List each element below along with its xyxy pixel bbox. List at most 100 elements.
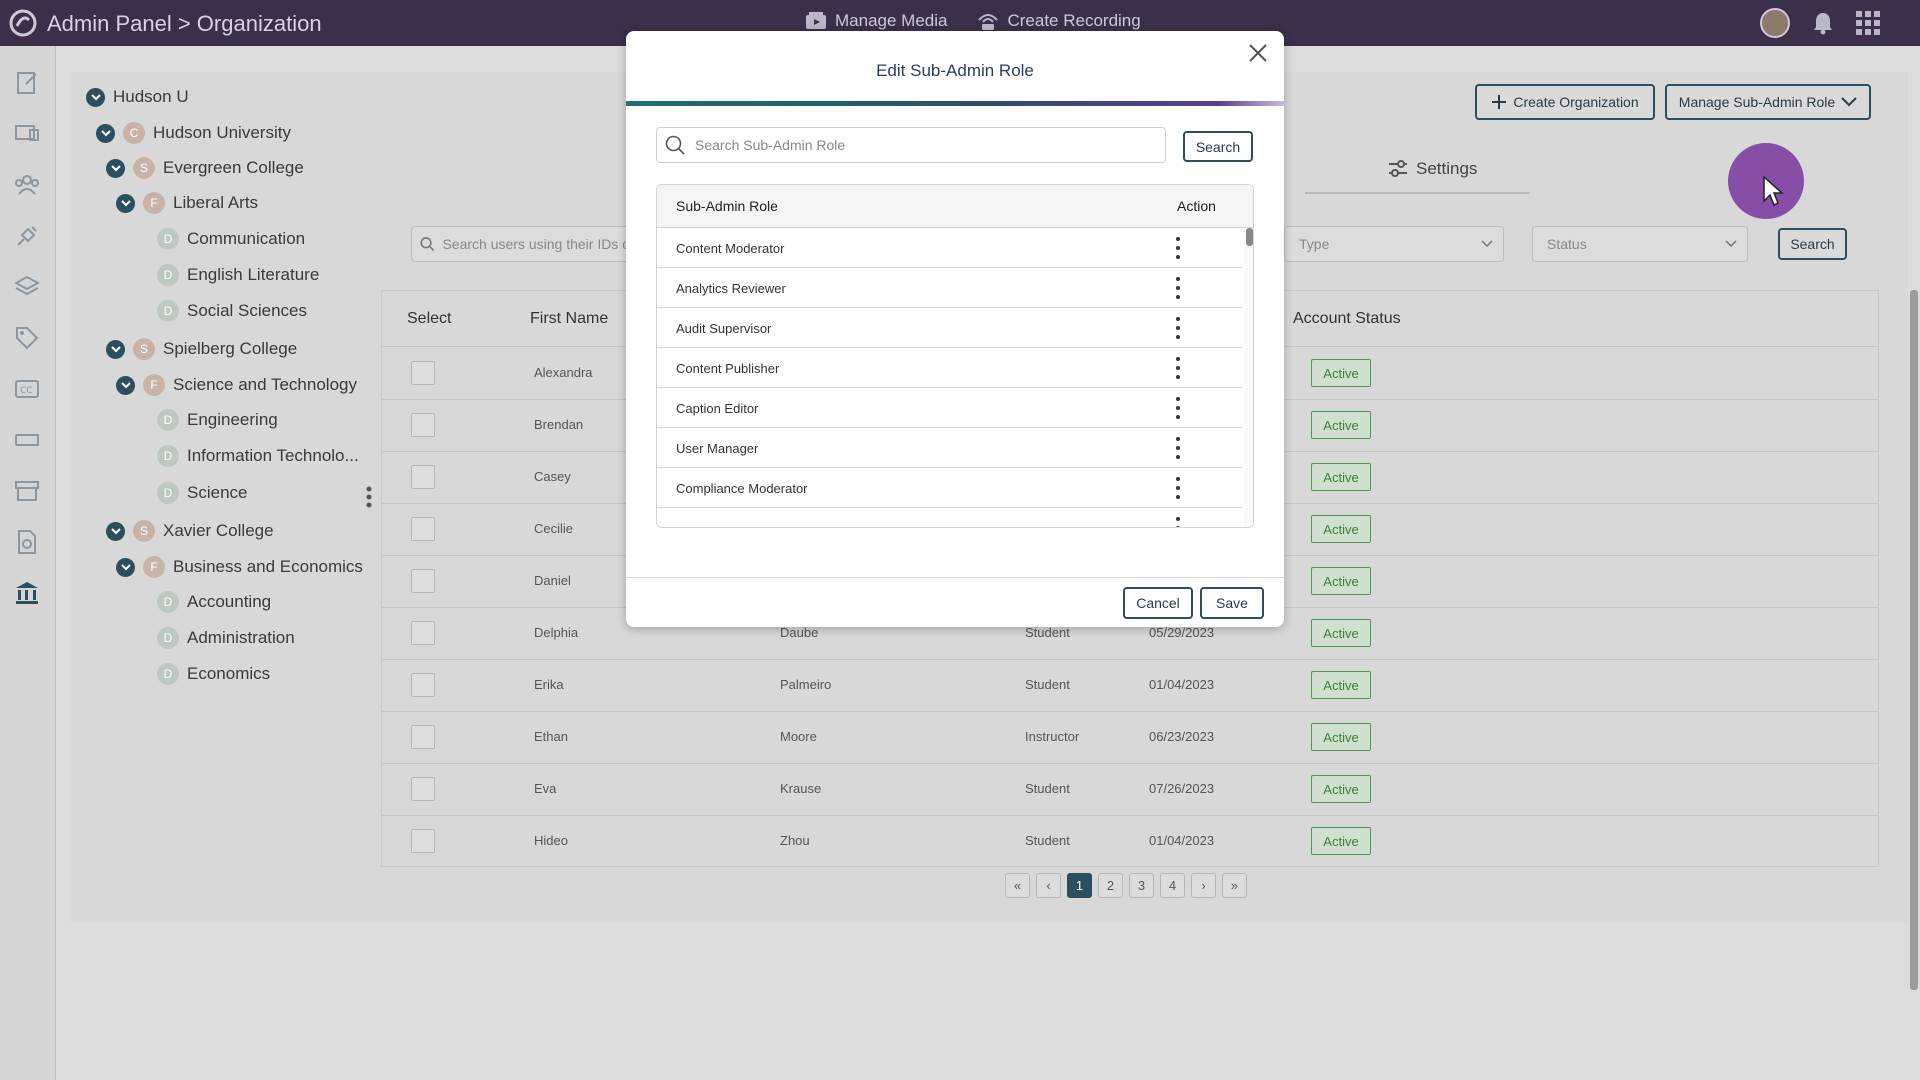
tree-node-communication[interactable]: D Communication xyxy=(157,228,305,250)
tree-node-information-technology[interactable]: D Information Technolo... xyxy=(157,445,359,467)
chevron-down-icon[interactable] xyxy=(116,375,135,395)
last-page-button[interactable]: » xyxy=(1222,873,1247,898)
modal-scroll-track[interactable] xyxy=(1244,228,1253,527)
tree-badge: D xyxy=(157,300,179,322)
list-item[interactable]: Content Moderator xyxy=(657,228,1243,268)
chevron-down-icon[interactable] xyxy=(116,193,135,213)
close-icon[interactable] xyxy=(1248,43,1268,63)
list-item-partial[interactable] xyxy=(657,508,1243,528)
create-recording-link[interactable]: Create Recording xyxy=(977,11,1141,31)
media-screens-icon[interactable] xyxy=(14,121,40,147)
chevron-down-icon[interactable] xyxy=(116,557,135,577)
more-options-icon[interactable] xyxy=(1175,316,1181,340)
plus-icon xyxy=(1492,95,1507,109)
prev-page-button[interactable]: ‹ xyxy=(1036,873,1061,898)
page-button-2[interactable]: 2 xyxy=(1098,873,1123,898)
row-select-checkbox[interactable] xyxy=(411,569,435,593)
ticket-icon[interactable] xyxy=(14,427,40,453)
tree-node-administration[interactable]: D Administration xyxy=(157,627,295,649)
row-select-checkbox[interactable] xyxy=(411,673,435,697)
archive-icon[interactable] xyxy=(14,478,40,504)
row-select-checkbox[interactable] xyxy=(411,621,435,645)
tree-node-evergreen-college[interactable]: S Evergreen College xyxy=(106,157,304,179)
row-select-checkbox[interactable] xyxy=(411,829,435,853)
document-edit-icon[interactable] xyxy=(14,70,40,96)
tree-node-science[interactable]: D Science xyxy=(157,482,247,504)
app-logo-icon[interactable] xyxy=(8,8,38,38)
breadcrumb-title[interactable]: Admin Panel > Organization xyxy=(47,11,322,37)
tree-node-engineering[interactable]: D Engineering xyxy=(157,409,278,431)
chevron-down-icon[interactable] xyxy=(86,87,105,107)
chevron-down-icon[interactable] xyxy=(106,339,125,359)
notification-bell-icon[interactable] xyxy=(1812,11,1834,35)
tree-node-english-literature[interactable]: D English Literature xyxy=(157,264,319,286)
users-group-icon[interactable] xyxy=(14,172,40,198)
row-select-checkbox[interactable] xyxy=(411,725,435,749)
list-item[interactable]: Audit Supervisor xyxy=(657,308,1243,348)
tree-node-xavier-college[interactable]: S Xavier College xyxy=(106,520,274,542)
row-select-checkbox[interactable] xyxy=(411,777,435,801)
page-button-4[interactable]: 4 xyxy=(1160,873,1185,898)
more-options-icon[interactable] xyxy=(1175,516,1181,528)
type-select[interactable]: Type xyxy=(1284,226,1504,262)
integration-plug-icon[interactable] xyxy=(14,223,40,249)
tag-icon[interactable] xyxy=(14,325,40,351)
chevron-down-icon[interactable] xyxy=(106,158,125,178)
list-item[interactable]: Analytics Reviewer xyxy=(657,268,1243,308)
more-options-icon[interactable] xyxy=(1175,436,1181,460)
subadmin-search-input[interactable]: Search Sub-Admin Role xyxy=(656,127,1166,163)
create-organization-button[interactable]: Create Organization xyxy=(1475,84,1655,120)
chevron-down-icon[interactable] xyxy=(96,123,115,143)
manage-subadmin-role-button[interactable]: Manage Sub-Admin Role xyxy=(1665,84,1871,120)
tree-node-business-and-economics[interactable]: F Business and Economics xyxy=(116,556,363,578)
more-options-icon[interactable] xyxy=(1175,476,1181,500)
next-page-button[interactable]: › xyxy=(1191,873,1216,898)
manage-media-link[interactable]: Manage Media xyxy=(805,11,947,31)
layers-icon[interactable] xyxy=(14,274,40,300)
tree-node-social-sciences[interactable]: D Social Sciences xyxy=(157,300,307,322)
filter-search-button[interactable]: Search xyxy=(1778,228,1847,260)
modal-scroll-thumb[interactable] xyxy=(1246,228,1253,246)
status-select[interactable]: Status xyxy=(1532,226,1748,262)
report-file-icon[interactable] xyxy=(14,529,40,555)
row-select-checkbox[interactable] xyxy=(411,465,435,489)
tree-node-spielberg-college[interactable]: S Spielberg College xyxy=(106,338,297,360)
status-badge: Active xyxy=(1311,515,1371,543)
column-header-account-status[interactable]: Account Status xyxy=(1293,310,1401,328)
closed-caption-icon[interactable]: CC xyxy=(14,376,40,402)
page-button-3[interactable]: 3 xyxy=(1129,873,1154,898)
first-page-button[interactable]: « xyxy=(1005,873,1030,898)
tree-node-hudson-university[interactable]: C Hudson University xyxy=(96,122,291,144)
user-avatar[interactable] xyxy=(1760,8,1790,38)
cancel-button[interactable]: Cancel xyxy=(1123,587,1193,619)
tree-more-options-icon[interactable] xyxy=(366,486,372,508)
list-item[interactable]: Caption Editor xyxy=(657,388,1243,428)
list-item[interactable]: Content Publisher xyxy=(657,348,1243,388)
chevron-down-icon xyxy=(1841,97,1857,107)
tree-node-accounting[interactable]: D Accounting xyxy=(157,591,271,613)
institution-building-icon[interactable] xyxy=(14,580,40,606)
row-select-checkbox[interactable] xyxy=(411,517,435,541)
page-button-1[interactable]: 1 xyxy=(1067,873,1092,898)
subadmin-search-button[interactable]: Search xyxy=(1183,131,1253,162)
save-button[interactable]: Save xyxy=(1200,587,1264,619)
pagination: « ‹ 1 2 3 4 › » xyxy=(1005,873,1247,898)
page-scrollbar[interactable] xyxy=(1910,290,1918,990)
apps-grid-icon[interactable] xyxy=(1856,11,1880,35)
more-options-icon[interactable] xyxy=(1175,356,1181,380)
list-item[interactable]: User Manager xyxy=(657,428,1243,468)
list-item[interactable]: Compliance Moderator xyxy=(657,468,1243,508)
column-header-first-name[interactable]: First Name xyxy=(530,310,608,328)
user-search-input[interactable]: Search users using their IDs o xyxy=(411,226,631,262)
tree-node-hudson-u[interactable]: Hudson U xyxy=(86,87,189,107)
row-select-checkbox[interactable] xyxy=(411,361,435,385)
more-options-icon[interactable] xyxy=(1175,236,1181,260)
more-options-icon[interactable] xyxy=(1175,276,1181,300)
more-options-icon[interactable] xyxy=(1175,396,1181,420)
tree-node-economics[interactable]: D Economics xyxy=(157,663,270,685)
chevron-down-icon[interactable] xyxy=(106,521,125,541)
tree-node-science-and-technology[interactable]: F Science and Technology xyxy=(116,374,357,396)
tree-node-liberal-arts[interactable]: F Liberal Arts xyxy=(116,192,258,214)
settings-tab[interactable]: Settings xyxy=(1388,159,1477,179)
row-select-checkbox[interactable] xyxy=(411,413,435,437)
